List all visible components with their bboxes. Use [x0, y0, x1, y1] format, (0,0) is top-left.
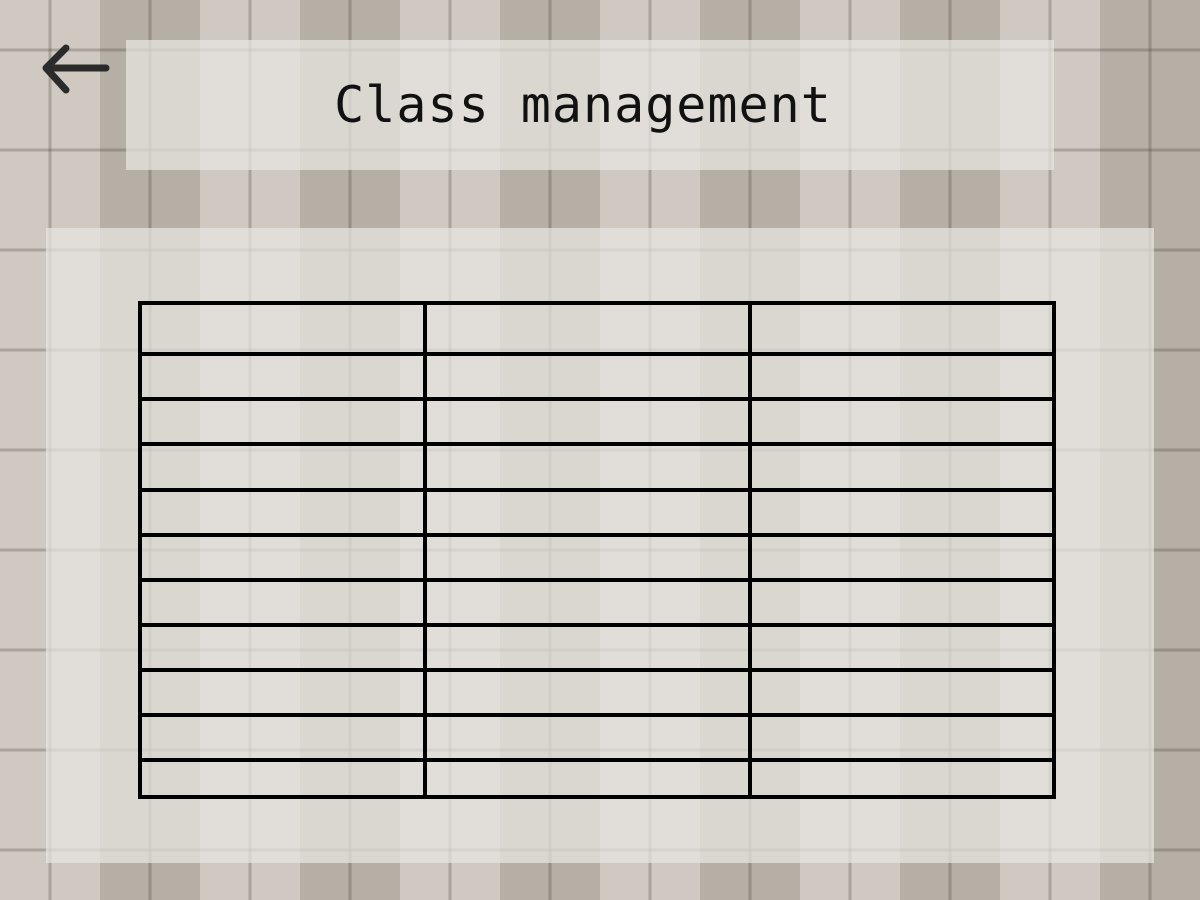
- arrow-left-icon: [42, 44, 110, 94]
- table-cell[interactable]: [138, 300, 427, 357]
- table-cell[interactable]: [138, 758, 427, 799]
- table-cell[interactable]: [748, 397, 1056, 447]
- title-panel: Class management: [126, 40, 1054, 170]
- table-row: [138, 397, 1056, 447]
- table-cell[interactable]: [748, 667, 1056, 717]
- table-cell[interactable]: [748, 442, 1056, 492]
- table-cell[interactable]: [138, 397, 427, 447]
- table-cell[interactable]: [423, 487, 752, 537]
- table-row: [138, 532, 1056, 582]
- table-cell[interactable]: [423, 712, 752, 763]
- table-cell[interactable]: [423, 622, 752, 672]
- page-title: Class management: [334, 76, 832, 134]
- table-cell[interactable]: [748, 758, 1056, 799]
- table-cell[interactable]: [423, 397, 752, 447]
- table-row: [138, 300, 1056, 357]
- table-cell[interactable]: [748, 532, 1056, 582]
- table-cell[interactable]: [423, 532, 752, 582]
- table-cell[interactable]: [748, 352, 1056, 402]
- table-cell[interactable]: [423, 352, 752, 402]
- class-table: [138, 300, 1056, 799]
- table-cell[interactable]: [748, 622, 1056, 672]
- table-cell[interactable]: [138, 577, 427, 627]
- table-row: [138, 487, 1056, 537]
- table-row: [138, 577, 1056, 627]
- table-cell[interactable]: [138, 352, 427, 402]
- table-cell[interactable]: [423, 442, 752, 492]
- table-cell[interactable]: [138, 442, 427, 492]
- table-cell[interactable]: [423, 758, 752, 799]
- table-cell[interactable]: [138, 712, 427, 763]
- table-row: [138, 622, 1056, 672]
- table-row: [138, 442, 1056, 492]
- table-row: [138, 667, 1056, 717]
- table-row: [138, 352, 1056, 402]
- table-cell[interactable]: [423, 300, 752, 357]
- table-cell[interactable]: [748, 577, 1056, 627]
- table-cell[interactable]: [748, 487, 1056, 537]
- table-row: [138, 712, 1056, 763]
- table-cell[interactable]: [138, 487, 427, 537]
- table-cell[interactable]: [748, 712, 1056, 763]
- back-button[interactable]: [36, 34, 112, 100]
- table-cell[interactable]: [423, 667, 752, 717]
- table-cell[interactable]: [748, 300, 1056, 357]
- table-cell[interactable]: [423, 577, 752, 627]
- table-cell[interactable]: [138, 622, 427, 672]
- table-cell[interactable]: [138, 532, 427, 582]
- table-row: [138, 758, 1056, 799]
- table-cell[interactable]: [138, 667, 427, 717]
